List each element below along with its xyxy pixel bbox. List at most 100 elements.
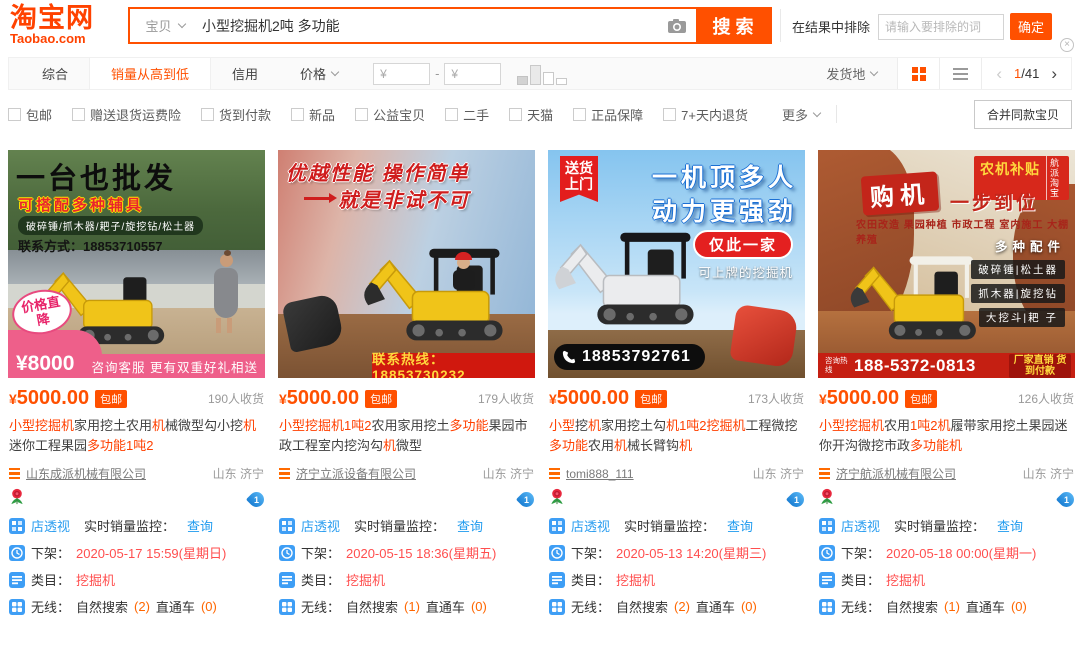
category-value[interactable]: 挖掘机: [616, 570, 655, 589]
natural-search-label: 自然搜索: [76, 597, 128, 616]
grid-view-toggle[interactable]: [897, 58, 939, 89]
tab-credit[interactable]: 信用: [211, 58, 279, 89]
water-drop-icon[interactable]: 1: [519, 492, 534, 507]
product-title[interactable]: 小型挖掘机家用挖土农用机械微型勾小挖机迷你工程果园多功能1吨2: [9, 416, 264, 456]
image-search-button[interactable]: [658, 9, 696, 42]
filter-checkbox[interactable]: 7+天内退货: [663, 105, 748, 124]
price-min-input[interactable]: ¥: [373, 63, 430, 85]
train-count: (0): [741, 599, 757, 614]
phone-label: 咨询热线: [825, 357, 851, 374]
seller-link[interactable]: 济宁航派机械有限公司: [836, 465, 956, 482]
filter-checkbox[interactable]: 包邮: [8, 105, 52, 124]
shop-icon: [279, 468, 290, 480]
merge-same-items-button[interactable]: 合并同款宝贝: [974, 100, 1072, 129]
product-price[interactable]: ¥5000.00: [819, 387, 899, 410]
category-value[interactable]: 挖掘机: [886, 570, 925, 589]
tab-comprehensive[interactable]: 综合: [21, 58, 89, 89]
exclude-input[interactable]: [878, 14, 1004, 40]
prev-page-arrow[interactable]: ‹: [996, 64, 1002, 84]
product-image[interactable]: 一台也批发 可搭配多种辅具 破碎锤/抓木器/耙子/旋挖钻/松土器 联系方式：18…: [8, 150, 265, 378]
search-input[interactable]: [200, 9, 658, 42]
logo-cn: 淘宝网: [10, 4, 94, 32]
category-value[interactable]: 挖掘机: [76, 570, 115, 589]
product-card: 送货上门 一机顶多人 动力更强劲 仅此一家 可上牌的挖掘机 1885379276…: [548, 150, 805, 616]
train-label: 直通车: [966, 597, 1005, 616]
price-max-input[interactable]: ¥: [444, 63, 501, 85]
filter-checkbox[interactable]: 公益宝贝: [355, 105, 425, 124]
seller-location: 山东 济宁: [1023, 465, 1074, 482]
offshelf-date: 2020-05-17 15:59(星期日): [76, 543, 226, 562]
query-link[interactable]: 查询: [457, 516, 483, 535]
taobao-search-results-page: 淘宝网 Taobao.com 宝贝 搜 索 在结果中排除 确: [0, 0, 1080, 661]
promo-strip: 联系热线：18853730232: [372, 353, 535, 378]
search-button[interactable]: 搜 索: [696, 9, 770, 42]
product-title[interactable]: 小型挖掘机农用1吨2机履带家用挖土果园迷你开沟微挖市政多功能机: [819, 416, 1074, 456]
dtoushi-app-name[interactable]: 店透视: [571, 516, 610, 535]
query-link[interactable]: 查询: [727, 516, 753, 535]
category-value[interactable]: 挖掘机: [346, 570, 385, 589]
category-label: 类目：: [31, 570, 70, 589]
dtoushi-app-name[interactable]: 店透视: [301, 516, 340, 535]
search-category-select[interactable]: 宝贝: [130, 9, 200, 42]
offshelf-date: 2020-05-18 00:00(星期一): [886, 543, 1036, 562]
dtoushi-app-name[interactable]: 店透视: [841, 516, 880, 535]
exclude-confirm-button[interactable]: 确定: [1010, 13, 1052, 40]
promo-headline: 优越性能 操作简单: [286, 157, 470, 186]
camera-icon: [667, 18, 687, 34]
product-image[interactable]: 优越性能 操作简单 就是非试不可 联系热线：18853730232: [278, 150, 535, 378]
chevron-down-icon: [331, 68, 339, 76]
close-icon[interactable]: ×: [1060, 38, 1074, 52]
natural-search-count: (1): [944, 599, 960, 614]
dtoushi-app-name[interactable]: 店透视: [31, 516, 70, 535]
list-view-toggle[interactable]: [939, 58, 981, 89]
dtoushi-extension-panel: 店透视 实时销量监控： 查询 下架： 2020-05-17 15:59(星期日)…: [9, 516, 264, 616]
seller-link[interactable]: tomi888_111: [566, 467, 634, 481]
water-drop-icon[interactable]: 1: [1059, 492, 1074, 507]
rose-icon[interactable]: [549, 488, 565, 510]
product-title[interactable]: 小型挖机家用挖土勾机1吨2挖掘机工程微挖多功能农用机械长臂钩机: [549, 416, 804, 456]
seller-link[interactable]: 济宁立派设备有限公司: [296, 465, 416, 482]
filter-checkbox[interactable]: 二手: [445, 105, 489, 124]
tab-price[interactable]: 价格: [279, 58, 359, 89]
page-indicator: 1/41: [1014, 66, 1039, 81]
train-count: (0): [201, 599, 217, 614]
phone-icon: [562, 350, 576, 364]
filter-checkbox[interactable]: 货到付款: [201, 105, 271, 124]
rose-icon[interactable]: [819, 488, 835, 510]
filter-checkbox[interactable]: 正品保障: [573, 105, 643, 124]
wireless-label: 无线：: [301, 597, 340, 616]
sort-right: 发货地 ‹ 1/41 ›: [826, 58, 1071, 89]
price-range: ¥ - ¥: [373, 63, 501, 85]
monitor-label: 实时销量监控：: [894, 516, 985, 535]
product-title[interactable]: 小型挖掘机1吨2农用家用挖土多功能果园市政工程室内挖沟勾机微型: [279, 416, 534, 456]
offshelf-label: 下架：: [301, 543, 340, 562]
seller-link[interactable]: 山东成派机械有限公司: [26, 465, 146, 482]
seller-location: 山东 济宁: [213, 465, 264, 482]
promo-strip: 咨询热线 188-5372-0813 厂家直销 货到付款: [818, 353, 1075, 378]
product-price[interactable]: ¥5000.00: [279, 387, 359, 410]
wireless-label: 无线：: [571, 597, 610, 616]
product-price[interactable]: ¥5000.00: [549, 387, 629, 410]
more-filters[interactable]: 更多: [782, 105, 820, 124]
ship-from-select[interactable]: 发货地: [826, 64, 877, 83]
wireless-grid-icon: [549, 599, 565, 615]
filter-checkbox[interactable]: 赠送退货运费险: [72, 105, 181, 124]
monitor-label: 实时销量监控：: [354, 516, 445, 535]
arrow-icon: [304, 197, 330, 200]
filter-checkbox[interactable]: 新品: [291, 105, 335, 124]
query-link[interactable]: 查询: [187, 516, 213, 535]
free-shipping-badge: 包邮: [905, 390, 937, 408]
price-histogram-filter[interactable]: [517, 63, 567, 85]
taobao-logo[interactable]: 淘宝网 Taobao.com: [10, 4, 94, 46]
product-image[interactable]: 农机补贴 航派淘宝 购机 一步到位 农田改造 果园种植 市政工程 室内施工 大棚…: [818, 150, 1075, 378]
tab-sales-desc[interactable]: 销量从高到低: [89, 58, 211, 89]
chevron-down-icon: [870, 68, 878, 76]
product-price[interactable]: ¥5000.00: [9, 387, 89, 410]
water-drop-icon[interactable]: 1: [789, 492, 804, 507]
query-link[interactable]: 查询: [997, 516, 1023, 535]
product-image[interactable]: 送货上门 一机顶多人 动力更强劲 仅此一家 可上牌的挖掘机 1885379276…: [548, 150, 805, 378]
water-drop-icon[interactable]: 1: [249, 492, 264, 507]
filter-checkbox[interactable]: 天猫: [509, 105, 553, 124]
next-page-arrow[interactable]: ›: [1051, 64, 1057, 84]
rose-icon[interactable]: [9, 488, 25, 510]
